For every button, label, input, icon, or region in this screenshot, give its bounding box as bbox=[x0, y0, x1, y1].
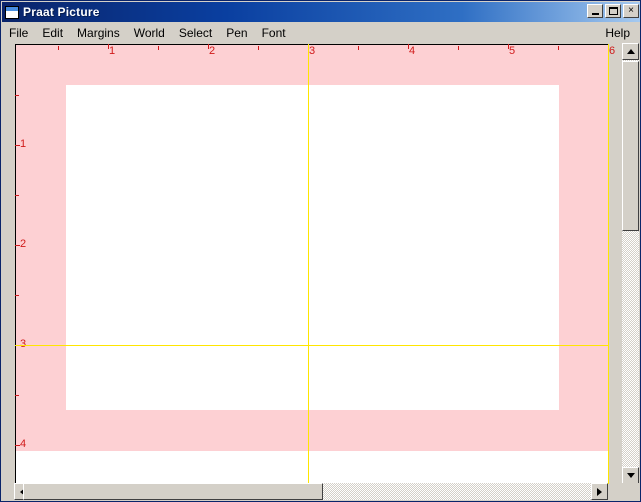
close-icon: × bbox=[628, 5, 634, 16]
scroll-right-button[interactable] bbox=[591, 483, 608, 500]
minimize-icon bbox=[588, 5, 602, 17]
praat-picture-window: Praat Picture × File Edit Margins World … bbox=[0, 0, 641, 502]
inner-drawing-area[interactable] bbox=[66, 85, 559, 410]
scroll-right-arrow-icon bbox=[597, 487, 602, 496]
menu-item-edit[interactable]: Edit bbox=[35, 24, 70, 42]
picture-client-area bbox=[2, 43, 640, 501]
menu-item-help[interactable]: Help bbox=[598, 24, 637, 42]
scroll-up-button[interactable] bbox=[622, 43, 639, 60]
menu-item-font[interactable]: Font bbox=[255, 24, 293, 42]
maximize-icon bbox=[606, 5, 620, 17]
scrollbar-corner bbox=[622, 483, 639, 500]
window-icon bbox=[5, 5, 19, 19]
menu-bar: File Edit Margins World Select Pen Font … bbox=[2, 22, 640, 44]
menu-item-file[interactable]: File bbox=[2, 24, 35, 42]
menu-item-world[interactable]: World bbox=[127, 24, 172, 42]
maximize-button[interactable] bbox=[605, 4, 621, 18]
menu-item-pen[interactable]: Pen bbox=[219, 24, 254, 42]
vertical-scrollbar[interactable] bbox=[622, 43, 639, 484]
minimize-button[interactable] bbox=[587, 4, 603, 18]
scroll-up-arrow-icon bbox=[626, 49, 635, 54]
scroll-down-button[interactable] bbox=[622, 467, 639, 484]
window-title: Praat Picture bbox=[23, 5, 100, 19]
horizontal-scroll-thumb[interactable] bbox=[23, 483, 323, 500]
title-bar[interactable]: Praat Picture × bbox=[2, 2, 640, 22]
horizontal-scrollbar[interactable] bbox=[14, 483, 608, 500]
scroll-down-arrow-icon bbox=[626, 473, 635, 478]
vertical-scroll-thumb[interactable] bbox=[622, 61, 639, 231]
menu-item-select[interactable]: Select bbox=[172, 24, 219, 42]
menu-item-margins[interactable]: Margins bbox=[70, 24, 127, 42]
window-controls: × bbox=[587, 4, 639, 18]
close-button[interactable]: × bbox=[623, 4, 639, 18]
picture-canvas[interactable] bbox=[15, 44, 609, 484]
